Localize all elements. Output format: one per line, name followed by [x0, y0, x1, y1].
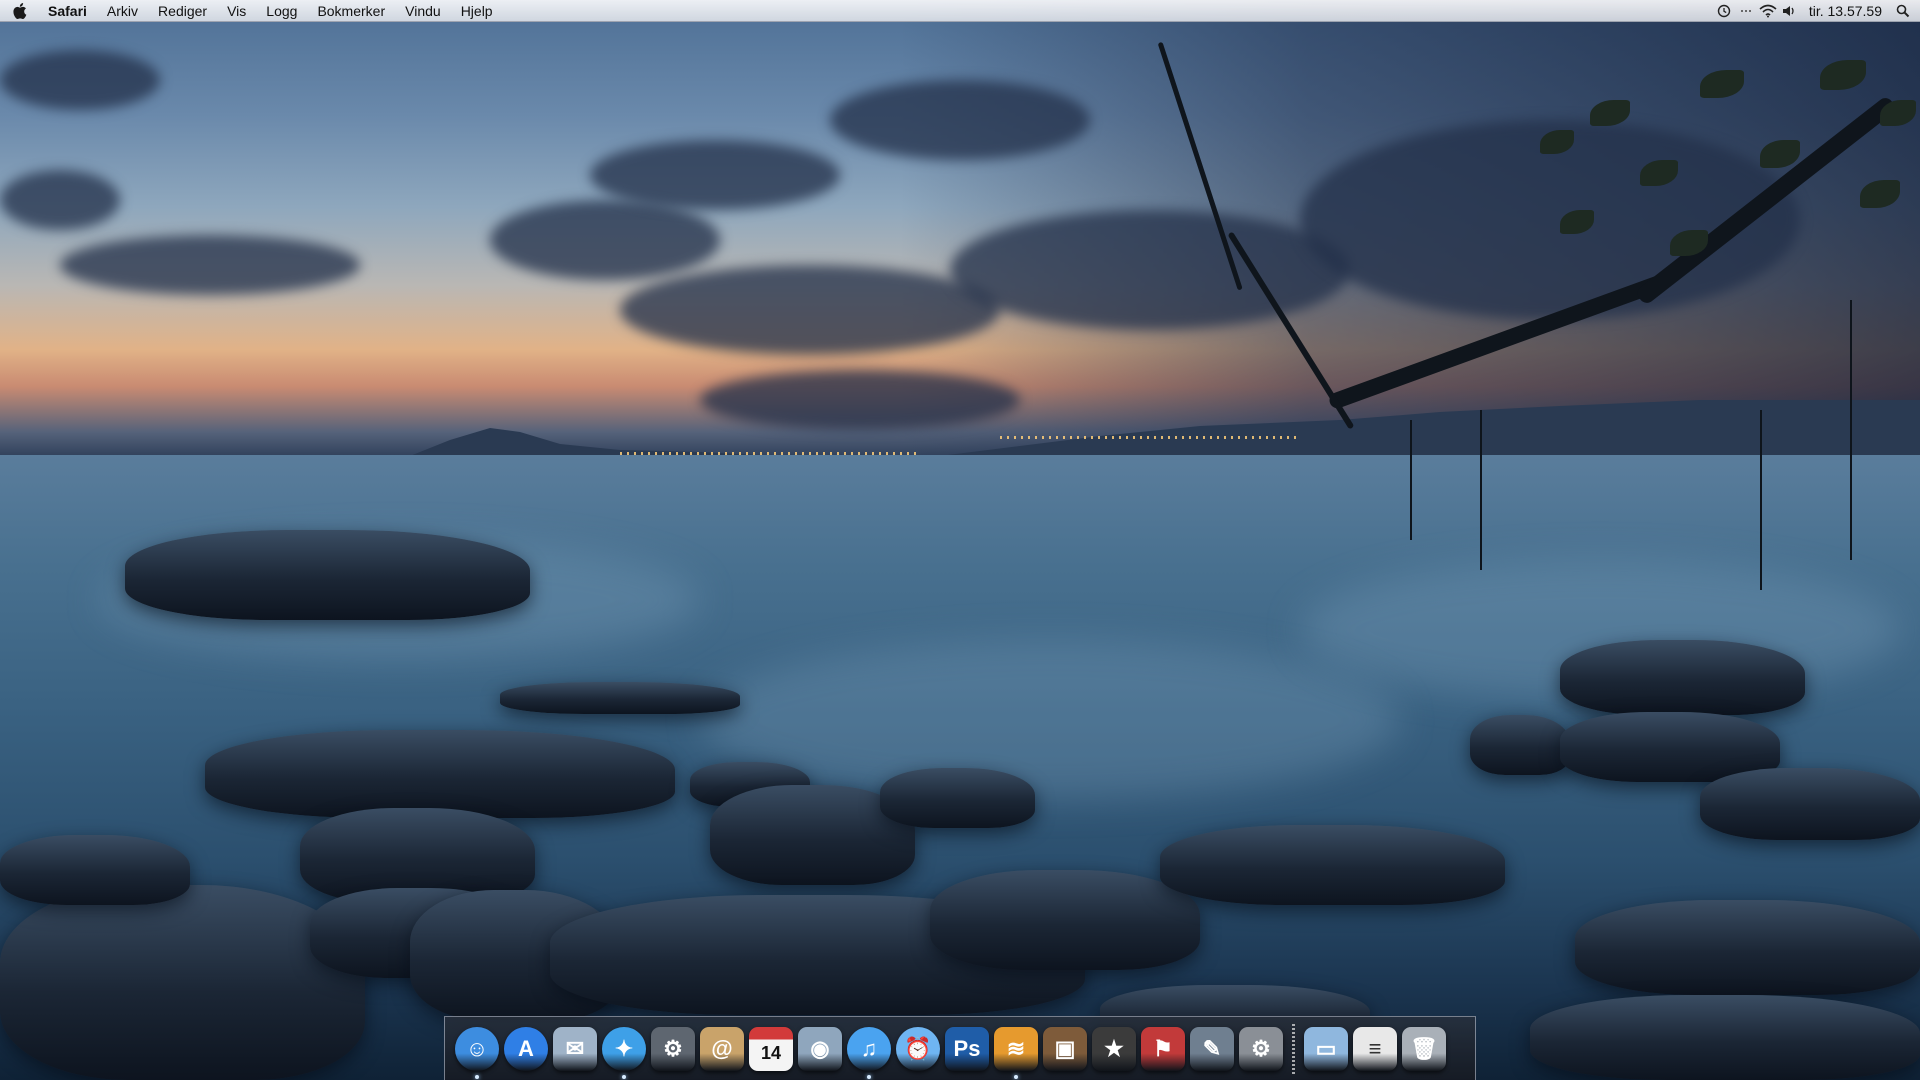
- calendar-dock-item[interactable]: 14: [749, 1026, 793, 1071]
- rss-reader-icon: ≋: [994, 1026, 1038, 1071]
- running-indicator: [622, 1074, 626, 1079]
- rock: [205, 730, 675, 818]
- cloud: [950, 210, 1350, 330]
- menu-clock[interactable]: tir. 13.57.59: [1801, 3, 1892, 19]
- cloud: [0, 50, 160, 110]
- menu-file[interactable]: Arkiv: [97, 0, 148, 22]
- preview-icon: ◉: [798, 1026, 842, 1071]
- apple-menu[interactable]: [0, 0, 40, 22]
- app-store-icon: A: [504, 1026, 548, 1071]
- menu-bar: Safari Arkiv Rediger Vis Logg Bokmerker …: [0, 0, 1920, 22]
- rock: [880, 768, 1035, 828]
- city-lights: [1000, 436, 1300, 439]
- hanging-twig: [1410, 420, 1412, 540]
- time-machine-icon[interactable]: [1713, 0, 1735, 22]
- imovie-icon: ★: [1092, 1026, 1136, 1071]
- script-editor-dock-item[interactable]: ✎: [1190, 1026, 1234, 1071]
- downloads-stack-dock-item[interactable]: ≡: [1353, 1026, 1397, 1071]
- documents-folder-icon: ▭: [1304, 1026, 1348, 1071]
- rss-reader-dock-item[interactable]: ≋: [994, 1026, 1038, 1079]
- cloud: [60, 235, 360, 295]
- script-editor-icon: ✎: [1190, 1026, 1234, 1071]
- rock: [0, 835, 190, 905]
- menu-bookmarks[interactable]: Bokmerker: [307, 0, 395, 22]
- mail-icon: ✉: [553, 1026, 597, 1071]
- preview-dock-item[interactable]: ◉: [798, 1026, 842, 1071]
- menu-view[interactable]: Vis: [217, 0, 256, 22]
- spotlight-search-icon[interactable]: [1892, 0, 1914, 22]
- running-indicator: [475, 1074, 479, 1079]
- rock: [500, 682, 740, 714]
- hanging-twig: [1850, 300, 1852, 560]
- wifi-icon[interactable]: [1757, 0, 1779, 22]
- automator-dock-item[interactable]: ⚑: [1141, 1026, 1185, 1071]
- itunes-dock-item[interactable]: ♫: [847, 1026, 891, 1079]
- system-preferences-icon: ⚙: [1239, 1026, 1283, 1071]
- documents-folder-dock-item[interactable]: ▭: [1304, 1026, 1348, 1071]
- menu-help[interactable]: Hjelp: [451, 0, 503, 22]
- itunes-icon: ♫: [847, 1026, 891, 1071]
- cloud: [620, 265, 1000, 355]
- status-area: tir. 13.57.59: [1713, 0, 1920, 22]
- steam-icon: ⚙: [651, 1026, 695, 1071]
- rock: [930, 870, 1200, 970]
- mail-dock-item[interactable]: ✉: [553, 1026, 597, 1071]
- menu-edit[interactable]: Rediger: [148, 0, 217, 22]
- menu-history[interactable]: Logg: [256, 0, 307, 22]
- app-store-dock-item[interactable]: A: [504, 1026, 548, 1071]
- iphoto-dock-item[interactable]: ▣: [1043, 1026, 1087, 1071]
- finder-dock-item[interactable]: ☺: [455, 1026, 499, 1079]
- bluetooth-icon[interactable]: [1735, 0, 1757, 22]
- dock-separator[interactable]: [1292, 1023, 1295, 1074]
- rock: [1575, 900, 1920, 995]
- rock: [0, 885, 365, 1080]
- alarm-clock-dock-item[interactable]: ⏰: [896, 1026, 940, 1071]
- rock: [1560, 640, 1805, 715]
- dock: ☺ A ✉ ✦ ⚙ @14 ◉ ♫ ⏰ Ps ≋ ▣ ★ ⚑ ✎ ⚙ ▭ ≡ 🗑: [444, 1016, 1476, 1080]
- finder-icon: ☺: [455, 1026, 499, 1071]
- running-indicator: [867, 1074, 871, 1079]
- address-book-icon: @: [700, 1026, 744, 1071]
- rock: [1160, 825, 1505, 905]
- imovie-dock-item[interactable]: ★: [1092, 1026, 1136, 1071]
- menu-app-name[interactable]: Safari: [40, 0, 97, 22]
- volume-icon[interactable]: [1779, 0, 1801, 22]
- hanging-twig: [1480, 410, 1482, 570]
- automator-icon: ⚑: [1141, 1026, 1185, 1071]
- steam-dock-item[interactable]: ⚙: [651, 1026, 695, 1071]
- downloads-stack-icon: ≡: [1353, 1026, 1397, 1071]
- address-book-dock-item[interactable]: @: [700, 1026, 744, 1071]
- cloud: [0, 170, 120, 230]
- calendar-icon: 14: [749, 1026, 793, 1071]
- rock: [1530, 995, 1920, 1080]
- rock: [1470, 715, 1570, 775]
- cloud: [490, 200, 720, 280]
- menu-window[interactable]: Vindu: [395, 0, 451, 22]
- cloud: [590, 140, 840, 210]
- running-indicator: [1014, 1074, 1018, 1079]
- cloud: [830, 80, 1090, 160]
- system-preferences-dock-item[interactable]: ⚙: [1239, 1026, 1283, 1071]
- safari-icon: ✦: [602, 1026, 646, 1071]
- desktop-wallpaper: [0, 0, 1920, 1080]
- trash-dock-item[interactable]: 🗑: [1402, 1026, 1446, 1071]
- photoshop-dock-item[interactable]: Ps: [945, 1026, 989, 1071]
- iphoto-icon: ▣: [1043, 1026, 1087, 1071]
- photoshop-icon: Ps: [945, 1026, 989, 1071]
- hanging-twig: [1760, 410, 1762, 590]
- alarm-clock-icon: ⏰: [896, 1026, 940, 1071]
- apple-logo-icon: [13, 2, 27, 19]
- rock: [125, 530, 530, 620]
- rock: [1700, 768, 1920, 840]
- trash-icon: 🗑: [1402, 1026, 1446, 1071]
- safari-dock-item[interactable]: ✦: [602, 1026, 646, 1079]
